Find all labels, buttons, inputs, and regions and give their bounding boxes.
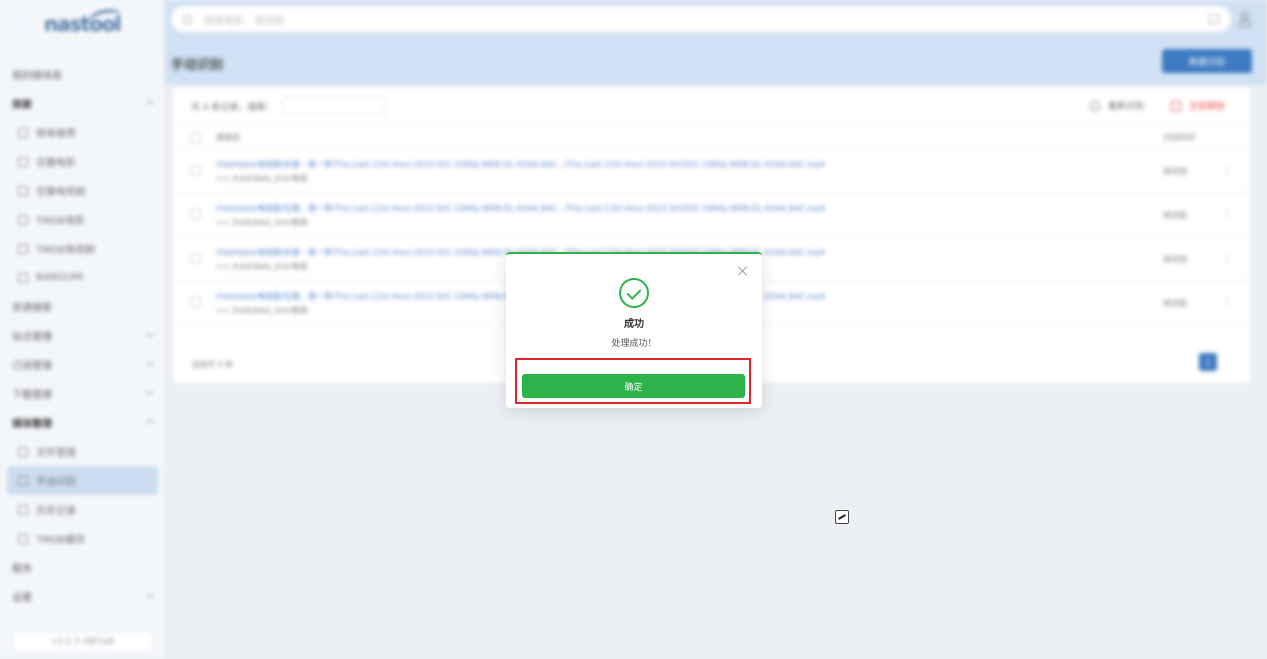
dialog-message: 处理成功！ bbox=[611, 339, 657, 349]
success-dialog: 成功 处理成功！ 确定 bbox=[506, 252, 762, 408]
confirm-button[interactable]: 确定 bbox=[522, 374, 745, 398]
close-icon[interactable] bbox=[736, 264, 750, 278]
dialog-title: 成功 bbox=[624, 319, 644, 330]
mouse-cursor-icon bbox=[835, 510, 849, 524]
confirm-highlight: 确定 bbox=[515, 358, 751, 404]
check-circle-icon bbox=[619, 278, 649, 308]
